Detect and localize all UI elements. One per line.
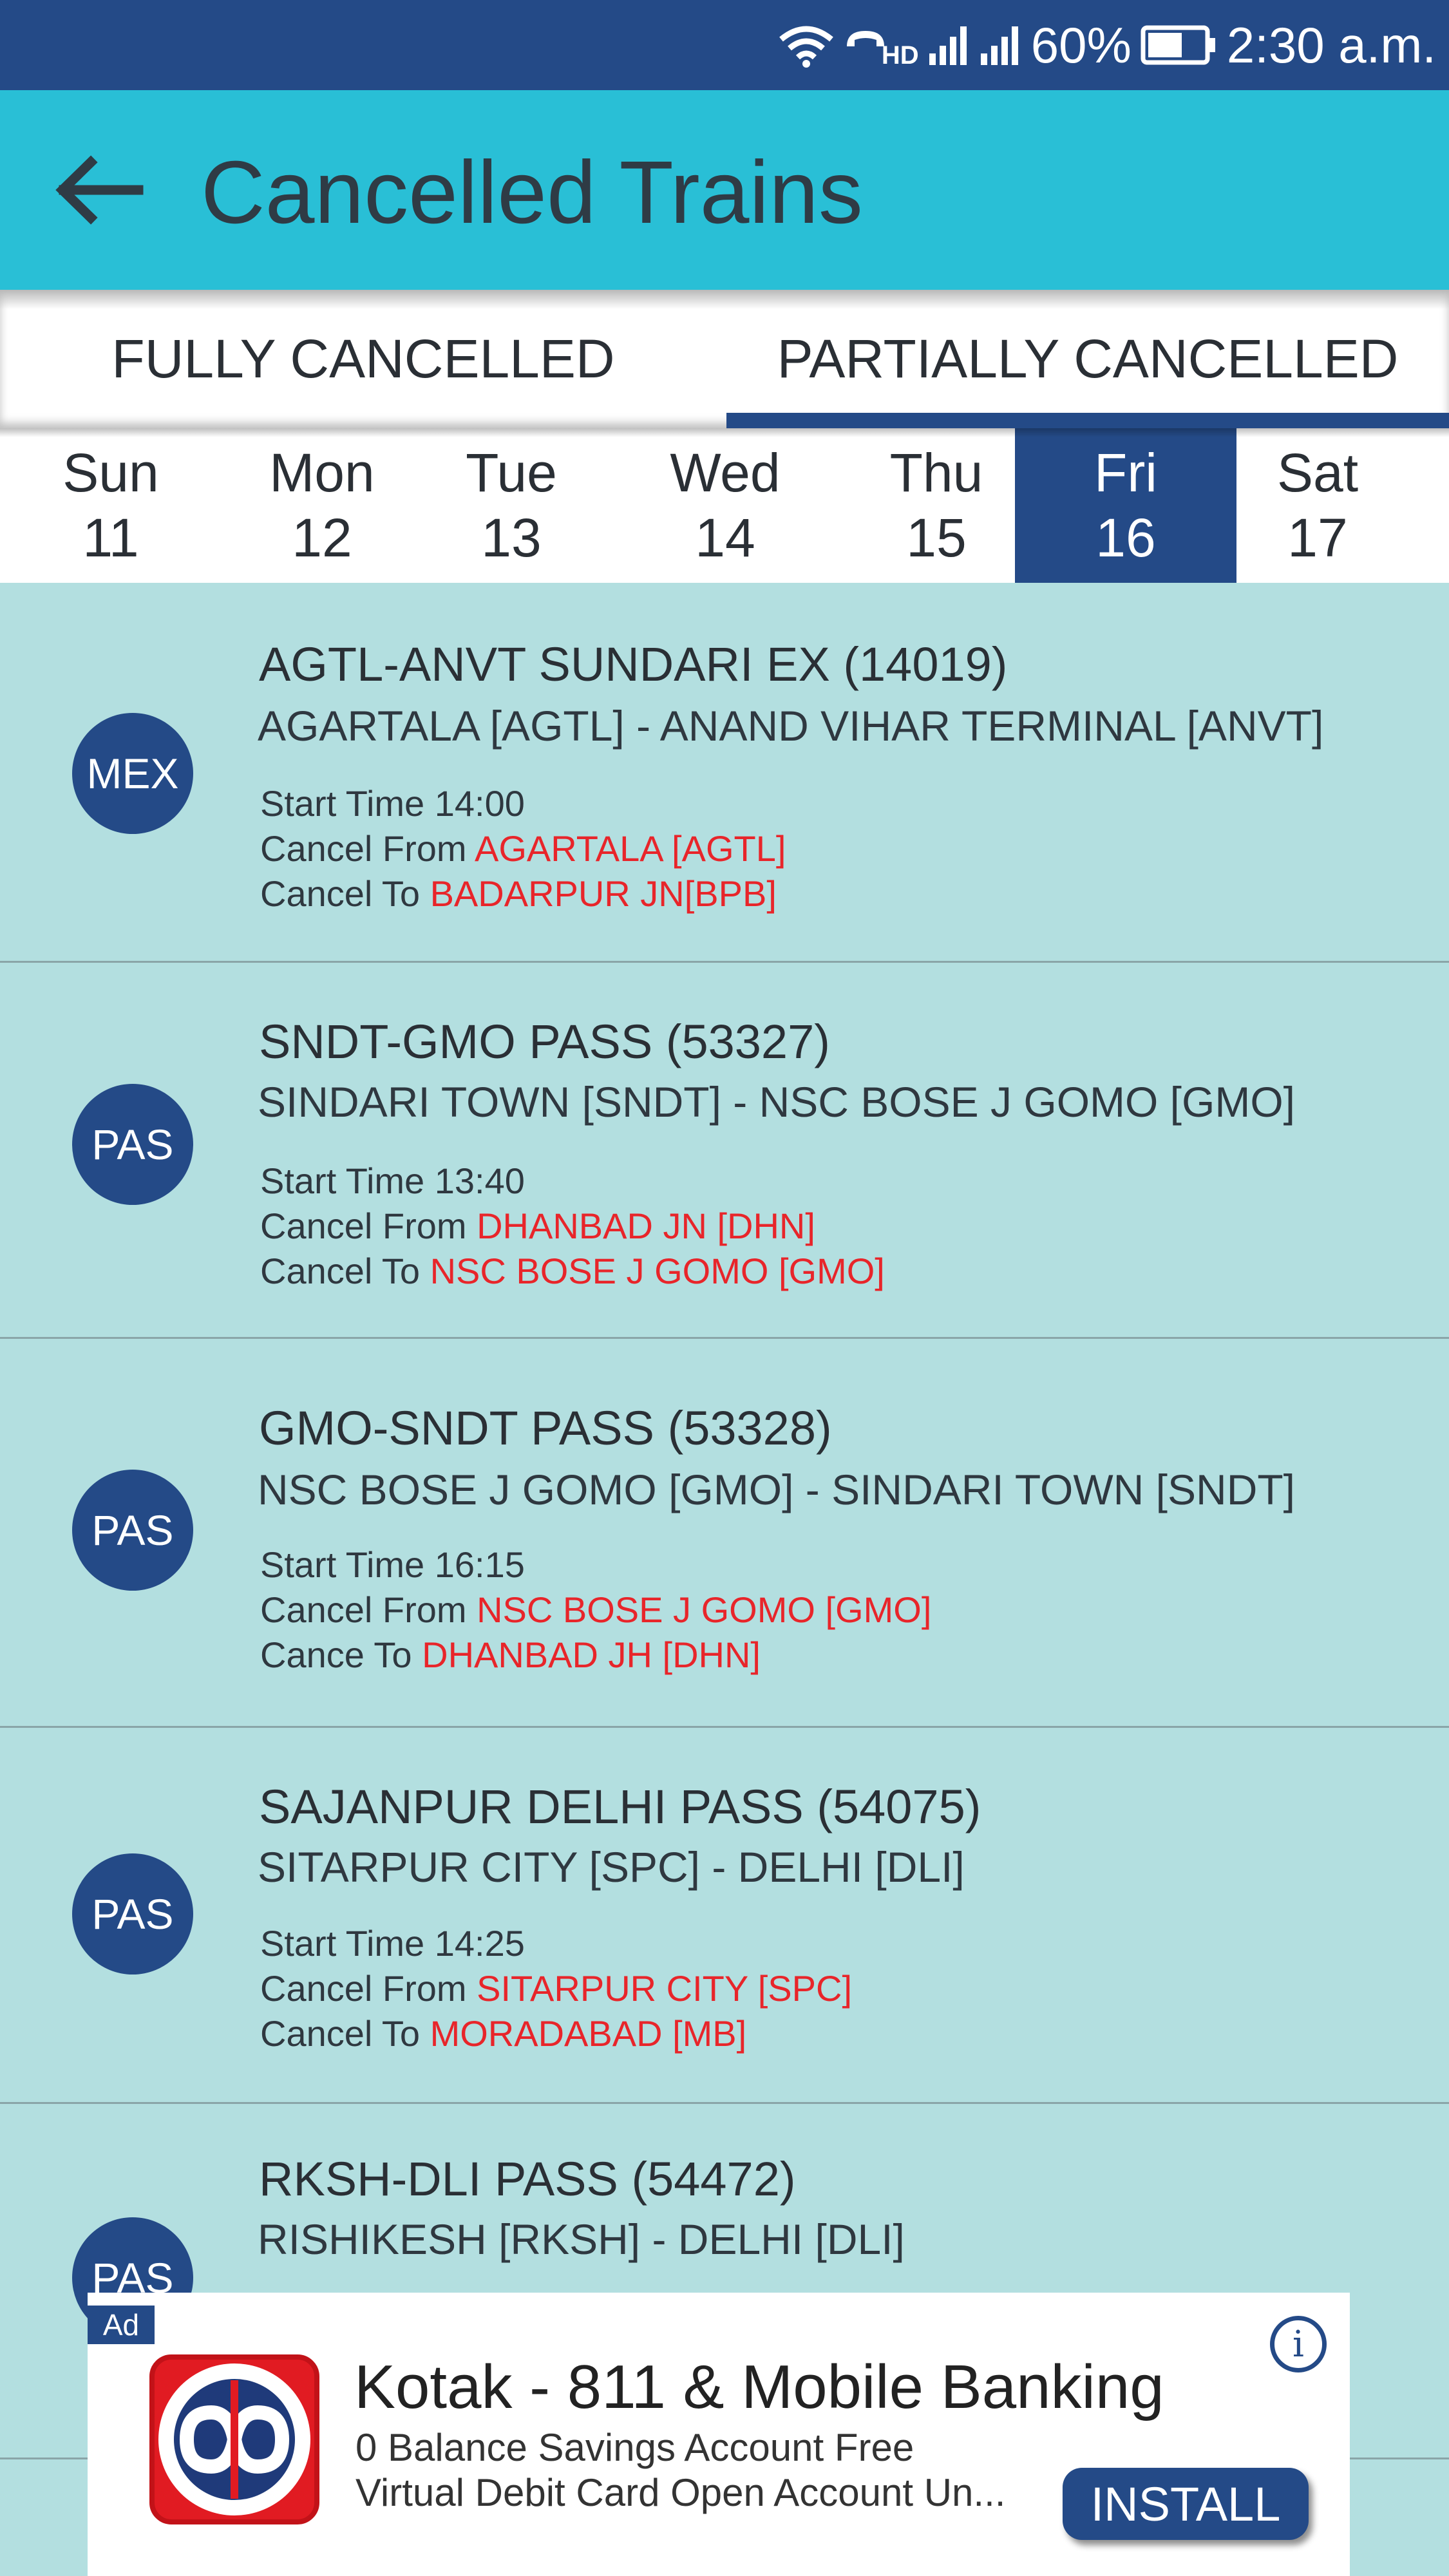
day-sat[interactable]: Sat 17 — [1239, 428, 1396, 583]
cancel-to: Cancel To BADARPUR JN[BPB] — [260, 873, 777, 914]
start-time: Start Time 14:00 — [260, 783, 525, 824]
cancel-from: Cancel From NSC BOSE J GOMO [GMO] — [260, 1589, 932, 1630]
day-label: Thu — [889, 442, 983, 504]
tab-partially-cancelled[interactable]: PARTIALLY CANCELLED — [726, 290, 1449, 428]
day-tue[interactable]: Tue 13 — [426, 428, 596, 583]
day-sun[interactable]: Sun 11 — [26, 428, 196, 583]
status-icons: HD 60% 2:30 a.m. — [779, 0, 1436, 90]
status-bar: HD 60% 2:30 a.m. — [0, 0, 1449, 90]
day-date: 12 — [292, 507, 352, 568]
train-row[interactable]: PAS SNDT-GMO PASS (53327) SINDARI TOWN [… — [0, 963, 1449, 1339]
train-route: SINDARI TOWN [SNDT] - NSC BOSE J GOMO [G… — [258, 1078, 1296, 1126]
battery-percent: 60% — [1030, 16, 1132, 73]
day-wed[interactable]: Wed 14 — [640, 428, 810, 583]
day-date: 14 — [695, 507, 755, 568]
train-type-badge: MEX — [72, 713, 193, 834]
cancel-from: Cancel From SITARPUR CITY [SPC] — [260, 1968, 853, 2009]
start-time: Start Time 14:25 — [260, 1923, 525, 1964]
tab-fully-cancelled[interactable]: FULLY CANCELLED — [0, 290, 726, 428]
signal-icon — [928, 24, 971, 66]
ad-title: Kotak - 811 & Mobile Banking — [354, 2353, 1164, 2421]
day-date: 11 — [82, 507, 139, 568]
day-label: Sat — [1276, 442, 1359, 504]
arrow-left-icon — [55, 155, 144, 225]
day-fri[interactable]: Fri 16 — [1015, 428, 1236, 583]
train-row[interactable]: MEX AGTL-ANVT SUNDARI EX (14019) AGARTAL… — [0, 583, 1449, 963]
clock: 2:30 a.m. — [1226, 16, 1436, 73]
train-route: RISHIKESH [RKSH] - DELHI [DLI] — [258, 2215, 905, 2263]
app-bar: Cancelled Trains — [0, 90, 1449, 290]
cancel-from: Cancel From DHANBAD JN [DHN] — [260, 1206, 815, 1246]
day-date: 13 — [481, 507, 542, 568]
wifi-icon — [779, 23, 834, 68]
cancel-to: Cancel To MORADABAD [MB] — [260, 2013, 747, 2054]
tab-shadow — [0, 428, 1449, 437]
train-route: AGARTALA [AGTL] - ANAND VIHAR TERMINAL [… — [258, 702, 1324, 750]
train-name: SAJANPUR DELHI PASS (54075) — [259, 1780, 981, 1833]
day-thu[interactable]: Thu 15 — [851, 428, 1021, 583]
ad-label: Ad — [88, 2306, 155, 2344]
back-button[interactable] — [52, 148, 148, 232]
cancel-to: Cancel To NSC BOSE J GOMO [GMO] — [260, 1251, 885, 1291]
day-label: Fri — [1094, 442, 1157, 504]
info-icon[interactable]: i — [1270, 2316, 1327, 2372]
hd-label: HD — [881, 41, 919, 70]
day-label: Wed — [670, 442, 781, 504]
start-time: Start Time 16:15 — [260, 1544, 525, 1585]
train-name: AGTL-ANVT SUNDARI EX (14019) — [259, 638, 1008, 691]
signal-icon — [980, 24, 1022, 66]
train-name: SNDT-GMO PASS (53327) — [259, 1015, 830, 1068]
day-date: 15 — [906, 507, 967, 568]
install-button[interactable]: INSTALL — [1063, 2468, 1309, 2540]
train-type-badge: PAS — [72, 1853, 193, 1975]
ad-description-line: 0 Balance Savings Account Free — [355, 2426, 914, 2469]
tab-selected-indicator — [726, 413, 1449, 428]
train-name: GMO-SNDT PASS (53328) — [259, 1401, 832, 1455]
page-title: Cancelled Trains — [201, 143, 863, 242]
day-label: Tue — [466, 442, 557, 504]
day-mon[interactable]: Mon 12 — [237, 428, 407, 583]
train-route: NSC BOSE J GOMO [GMO] - SINDARI TOWN [SN… — [258, 1466, 1296, 1513]
train-row[interactable]: PAS GMO-SNDT PASS (53328) NSC BOSE J GOM… — [0, 1339, 1449, 1728]
train-type-badge: PAS — [72, 1084, 193, 1205]
kotak-logo-icon — [149, 2354, 319, 2524]
train-row[interactable]: PAS SAJANPUR DELHI PASS (54075) SITARPUR… — [0, 1728, 1449, 2104]
day-label: Mon — [269, 442, 375, 504]
ad-description-line: Virtual Debit Card Open Account Un... — [355, 2471, 1006, 2514]
day-label: Sun — [62, 442, 159, 504]
screen: HD 60% 2:30 a.m. Cancelled Trains FULLY … — [0, 0, 1449, 2576]
day-date: 16 — [1095, 507, 1156, 568]
cancel-from: Cancel From AGARTALA [AGTL] — [260, 828, 786, 869]
kotak-logo-mark — [158, 2363, 310, 2515]
day-date: 17 — [1287, 507, 1348, 568]
train-name: RKSH-DLI PASS (54472) — [259, 2152, 796, 2206]
train-type-badge: PAS — [72, 1470, 193, 1591]
cancel-to: Cance To DHANBAD JH [DHN] — [260, 1634, 761, 1675]
battery-icon — [1141, 24, 1218, 66]
start-time: Start Time 13:40 — [260, 1160, 525, 1201]
train-route: SITARPUR CITY [SPC] - DELHI [DLI] — [258, 1843, 965, 1891]
